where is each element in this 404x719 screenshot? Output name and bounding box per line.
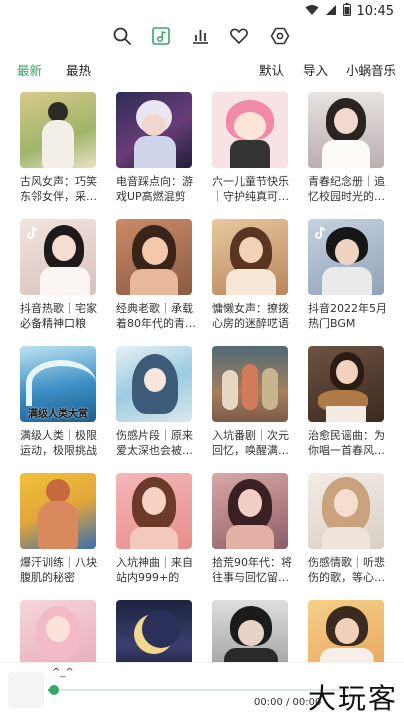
now-playing-title: ^_^ [52, 667, 74, 678]
sort-default[interactable]: 默认 [259, 60, 284, 79]
playlist-title: 抖音热歌｜宅家必备精神口粮 [20, 302, 97, 330]
playlist-cover [116, 473, 192, 549]
import-button[interactable]: 导入 [303, 60, 328, 79]
tab-hottest[interactable]: 最热 [66, 60, 91, 79]
playlist-title: 爆汗训练｜八块腹肌的秘密 [20, 556, 97, 584]
filter-bar: 最新 最热 默认 导入 小蜗音乐 [0, 56, 404, 80]
tiktok-icon [25, 225, 39, 239]
playlist-cover [116, 346, 192, 422]
playlist-cover [116, 92, 192, 168]
playlist-cover: 满级人类大赏 [20, 346, 96, 422]
playlist-title: 电音踩点向：游戏UP高燃混剪 [116, 175, 193, 203]
playlist-cover [212, 92, 288, 168]
playlist-title: 入坑番剧｜次元回忆，唤醒满… [212, 429, 289, 457]
search-icon[interactable] [110, 24, 134, 48]
playlist-cover [212, 473, 288, 549]
source-xiaowo-music[interactable]: 小蜗音乐 [346, 60, 396, 79]
playlist-title: 青春纪念册｜追忆校园时光的… [308, 175, 385, 203]
tiktok-icon [313, 225, 327, 239]
tab-latest[interactable]: 最新 [17, 60, 42, 79]
signal-icon [325, 4, 337, 20]
bar-chart-icon[interactable] [188, 24, 212, 48]
playlist-cover [20, 473, 96, 549]
playlist-title: 六一儿童节快乐｜守护纯真可… [212, 175, 289, 203]
status-bar: 10:45 [0, 0, 404, 22]
top-nav [0, 22, 404, 50]
heart-icon[interactable] [227, 24, 251, 48]
playlist-cover [116, 219, 192, 295]
playlist-cover [20, 219, 96, 295]
playlist-cover [308, 473, 384, 549]
wifi-icon [305, 4, 319, 20]
music-library-icon[interactable] [149, 24, 173, 48]
playlist-title: 伤感情歌｜听悲伤的歌，等心… [308, 556, 385, 584]
cover-caption: 满级人类大赏 [28, 408, 88, 420]
playlist-title: 伤感片段｜原来爱太深也会被… [116, 429, 193, 457]
playlist-title: 入坑神曲｜来自站内999+的破… [116, 556, 193, 584]
progress-knob[interactable] [49, 685, 59, 695]
watermark-logo: 大玩客 [307, 682, 398, 715]
settings-hex-icon[interactable] [268, 24, 292, 48]
playlist-title: 拾荒90年代：将往事与回忆留… [212, 556, 292, 584]
playlist-cover [20, 92, 96, 168]
playlist-cover [212, 346, 288, 422]
playlist-title: 满级人类｜极限运动，极限挑战 [20, 429, 97, 457]
playlist-title: 治愈民谣曲：为你唱一首春风… [308, 429, 385, 457]
playlist-cover [308, 92, 384, 168]
playlist-title: 古风女声：巧笑东邻女伴，采… [20, 175, 97, 203]
playlist-cover [308, 219, 384, 295]
battery-icon [342, 3, 351, 20]
playlist-title: 慵懒女声：撩拨心房的迷醉呓语 [212, 302, 289, 330]
clock-time: 10:45 [356, 4, 394, 19]
playlist-cover [308, 346, 384, 422]
playlist-cover [212, 219, 288, 295]
progress-bar[interactable] [48, 685, 348, 695]
playlist-title: 抖音2022年5月热门BGM [308, 302, 387, 330]
player-cover-thumb[interactable] [8, 672, 44, 708]
playlist-title: 经典老歌｜承载着80年代的青… [116, 302, 196, 330]
